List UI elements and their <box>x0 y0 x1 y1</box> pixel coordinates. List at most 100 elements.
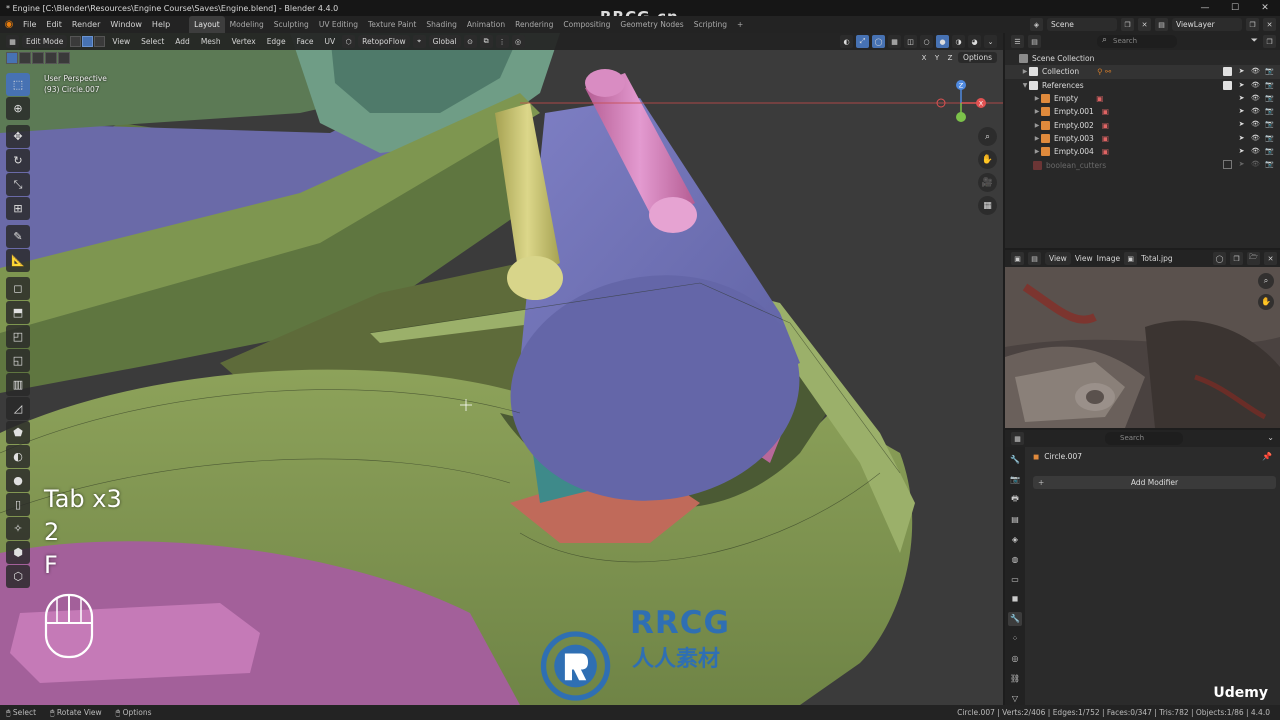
select-arrow-icon[interactable]: ➤ <box>1237 94 1246 103</box>
outliner-row[interactable]: boolean_cutters ➤ 👁 📷 <box>1005 158 1280 171</box>
solid-shading-icon[interactable]: ● <box>936 35 949 48</box>
bevel-tool[interactable]: ◱ <box>6 349 30 372</box>
expand-arrow-icon[interactable]: ▶ <box>1033 95 1041 102</box>
delete-scene-icon[interactable]: ✕ <box>1138 18 1151 31</box>
3d-viewport[interactable]: ▦ Edit Mode View Select Add Mesh Vertex … <box>0 33 1003 705</box>
gizmo-toggle-icon[interactable]: ⤢ <box>856 35 869 48</box>
mesh-overlay-icon[interactable]: ▦ <box>888 35 901 48</box>
collection-tab-icon[interactable]: ▭ <box>1008 572 1022 586</box>
image-canvas[interactable]: ⌕ ✋ <box>1005 267 1280 428</box>
object-tab-icon[interactable]: ◼ <box>1008 592 1022 606</box>
image-name-field[interactable]: Total.jpg <box>1141 254 1173 263</box>
menu-mesh[interactable]: Mesh <box>197 35 225 48</box>
view-layer-icon[interactable]: ▤ <box>1155 18 1168 31</box>
outliner-row[interactable]: Scene Collection <box>1005 52 1280 65</box>
spin-tool[interactable]: ◐ <box>6 445 30 468</box>
add-workspace-icon[interactable]: + <box>732 16 748 33</box>
tab-shading[interactable]: Shading <box>421 16 461 33</box>
open-folder-icon[interactable]: 🗁 <box>1247 252 1260 265</box>
box-extend-icon[interactable] <box>19 52 31 64</box>
new-scene-icon[interactable]: ❐ <box>1121 18 1134 31</box>
wireframe-shading-icon[interactable]: ○ <box>920 35 933 48</box>
expand-arrow-icon[interactable]: ▶ <box>1033 108 1041 115</box>
select-arrow-icon[interactable]: ➤ <box>1237 134 1246 143</box>
view-mode-icon[interactable]: ▤ <box>1028 252 1041 265</box>
edge-slide-tool[interactable]: ▯ <box>6 493 30 516</box>
material-shading-icon[interactable]: ◑ <box>952 35 965 48</box>
output-tab-icon[interactable]: 🖶 <box>1008 493 1022 507</box>
measure-tool[interactable]: 📐 <box>6 249 30 272</box>
outliner-row[interactable]: ▶ Collection ⚲ ⚯ ✓ ➤ 👁 📷 <box>1005 65 1280 79</box>
new-view-layer-icon[interactable]: ❐ <box>1246 18 1259 31</box>
camera-icon[interactable]: 📷 <box>1265 94 1274 103</box>
menu-select[interactable]: Select <box>137 35 168 48</box>
view-dropdown[interactable]: View <box>1045 252 1071 265</box>
delete-view-layer-icon[interactable]: ✕ <box>1263 18 1276 31</box>
rendered-shading-icon[interactable]: ◕ <box>968 35 981 48</box>
menu-window[interactable]: Window <box>105 16 147 33</box>
tab-texture-paint[interactable]: Texture Paint <box>363 16 421 33</box>
visibility-icon[interactable]: ◐ <box>840 35 853 48</box>
expand-arrow-icon[interactable]: ▶ <box>1033 122 1041 129</box>
box-new-icon[interactable] <box>6 52 18 64</box>
zoom-icon[interactable]: ⌕ <box>978 127 997 146</box>
overlay-toggle-icon[interactable]: ◯ <box>872 35 885 48</box>
scene-icon[interactable]: ◈ <box>1030 18 1043 31</box>
mirror-x-toggle[interactable]: X <box>919 54 929 62</box>
shrink-fatten-tool[interactable]: ✧ <box>6 517 30 540</box>
menu-uv[interactable]: UV <box>321 35 340 48</box>
pivot-icon[interactable]: ⊙ <box>463 35 477 48</box>
inset-tool[interactable]: ◰ <box>6 325 30 348</box>
outliner-row[interactable]: ▶ Empty.002 ▣ ➤ 👁 📷 <box>1005 118 1280 131</box>
perspective-grid-icon[interactable]: ▦ <box>978 196 997 215</box>
options-dropdown[interactable]: Options <box>958 52 997 63</box>
editor-type-icon[interactable]: ▦ <box>6 35 19 48</box>
vertex-select-icon[interactable] <box>70 36 82 47</box>
select-arrow-icon[interactable]: ➤ <box>1237 147 1246 156</box>
scene-field[interactable]: Scene <box>1047 18 1117 31</box>
outliner-row[interactable]: ▶ Empty ▣ ➤ 👁 📷 <box>1005 92 1280 105</box>
menu-image[interactable]: Image <box>1097 254 1121 263</box>
menu-vertex[interactable]: Vertex <box>228 35 260 48</box>
annotate-tool[interactable]: ✎ <box>6 225 30 248</box>
new-collection-icon[interactable]: ❐ <box>1263 35 1276 48</box>
camera-icon[interactable]: 📷 <box>1265 107 1274 116</box>
outliner-editor-icon[interactable]: ☰ <box>1011 35 1024 48</box>
outliner-row[interactable]: ▶ Empty.003 ▣ ➤ 👁 📷 <box>1005 132 1280 145</box>
menu-view[interactable]: View <box>1075 254 1093 263</box>
select-arrow-icon[interactable]: ➤ <box>1237 160 1246 169</box>
eye-icon[interactable]: 👁 <box>1251 67 1260 76</box>
knife-tool[interactable]: ◿ <box>6 397 30 420</box>
snap-target-icon[interactable]: ⋮ <box>495 35 509 48</box>
pin-icon[interactable]: 📌 <box>1262 452 1272 461</box>
world-tab-icon[interactable]: ◍ <box>1008 552 1022 566</box>
move-tool[interactable]: ✥ <box>6 125 30 148</box>
tab-geometry-nodes[interactable]: Geometry Nodes <box>615 16 688 33</box>
tab-layout[interactable]: Layout <box>189 16 225 33</box>
menu-edge[interactable]: Edge <box>263 35 290 48</box>
blender-logo-icon[interactable]: ◉ <box>0 16 18 33</box>
outliner-row[interactable]: ▼ References ✓ ➤ 👁 📷 <box>1005 79 1280 92</box>
camera-icon[interactable]: 📷 <box>1265 147 1274 156</box>
constraints-tab-icon[interactable]: ⛓ <box>1008 671 1022 685</box>
properties-editor-icon[interactable]: ▦ <box>1011 432 1024 445</box>
box-intersect-icon[interactable] <box>58 52 70 64</box>
loop-cut-tool[interactable]: ▥ <box>6 373 30 396</box>
shield-icon[interactable]: ◯ <box>1213 252 1226 265</box>
physics-tab-icon[interactable]: ◎ <box>1008 651 1022 665</box>
tab-animation[interactable]: Animation <box>462 16 510 33</box>
tool-tab-icon[interactable]: 🔧 <box>1008 453 1022 467</box>
collapse-arrow-icon[interactable]: ▼ <box>1021 82 1029 89</box>
menu-view[interactable]: View <box>108 35 134 48</box>
particles-tab-icon[interactable]: ⁘ <box>1008 632 1022 646</box>
mirror-z-toggle[interactable]: Z <box>945 54 955 62</box>
options-chevron-icon[interactable]: ⌄ <box>1267 433 1274 442</box>
outliner-row[interactable]: ▶ Empty.004 ▣ ➤ 👁 📷 <box>1005 145 1280 158</box>
tab-sculpting[interactable]: Sculpting <box>269 16 314 33</box>
close-button[interactable]: ✕ <box>1250 0 1280 16</box>
scale-tool[interactable]: ⤡ <box>6 173 30 196</box>
transform-tool[interactable]: ⊞ <box>6 197 30 220</box>
filter-icon[interactable]: ⏷ <box>1251 36 1258 46</box>
close-image-icon[interactable]: ✕ <box>1264 252 1277 265</box>
image-browse-icon[interactable]: ▣ <box>1124 252 1138 265</box>
